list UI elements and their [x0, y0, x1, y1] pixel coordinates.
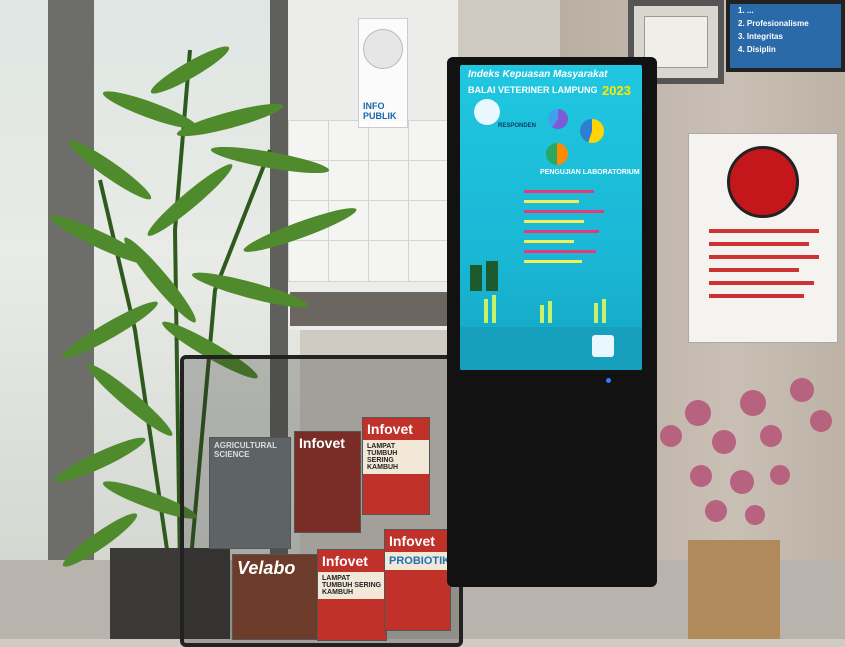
magazine-velabo[interactable]: Velabo [232, 554, 318, 640]
kiosk-screen[interactable]: Indeks Kepuasan Masyarakat BALAI VETERIN… [460, 65, 642, 370]
screen-subtitle: BALAI VETERINER LAMPUNG [468, 85, 598, 95]
pie-chart-icon [548, 109, 568, 129]
values-line-1: 1. ... [738, 6, 754, 15]
person-icon [486, 261, 498, 291]
screen-year: 2023 [602, 83, 631, 98]
fire-icon [727, 146, 799, 218]
magazine-infovet-3[interactable]: Infovet LAMPAT TUMBUH SERING KAMBUH [317, 549, 387, 641]
printer-icon [592, 335, 614, 357]
pie-chart-icon [546, 143, 568, 165]
values-frame: 1. ... 2. Profesionalisme 3. Integritas … [726, 0, 845, 72]
lab-section-label: PENGUJIAN LABORATORIUM [540, 169, 640, 176]
values-line-4: 4. Disiplin [738, 45, 776, 54]
flower-vase [688, 540, 780, 639]
logo-icon [474, 99, 500, 125]
person-icon [470, 265, 482, 291]
values-line-2: 2. Profesionalisme [738, 19, 809, 28]
pie-chart-icon [580, 119, 604, 143]
magazine-infovet-1[interactable]: Infovet [294, 431, 361, 533]
magazine-infovet-2[interactable]: Infovet LAMPAT TUMBUH SERING KAMBUH [362, 417, 430, 515]
fire-safety-poster [688, 133, 838, 343]
flower-arrangement [650, 370, 845, 550]
magazine-rack: AGRICULTURAL SCIENCE Infovet Infovet LAM… [180, 355, 463, 647]
screen-title: Indeks Kepuasan Masyarakat [468, 69, 608, 80]
magazine-infovet-4[interactable]: Infovet PROBIOTIK [384, 529, 451, 631]
respondents-label: RESPONDEN [498, 123, 537, 129]
power-indicator-icon [606, 378, 611, 383]
values-line-3: 3. Integritas [738, 32, 783, 41]
magazine-agricultural-science[interactable]: AGRICULTURAL SCIENCE [209, 437, 291, 549]
